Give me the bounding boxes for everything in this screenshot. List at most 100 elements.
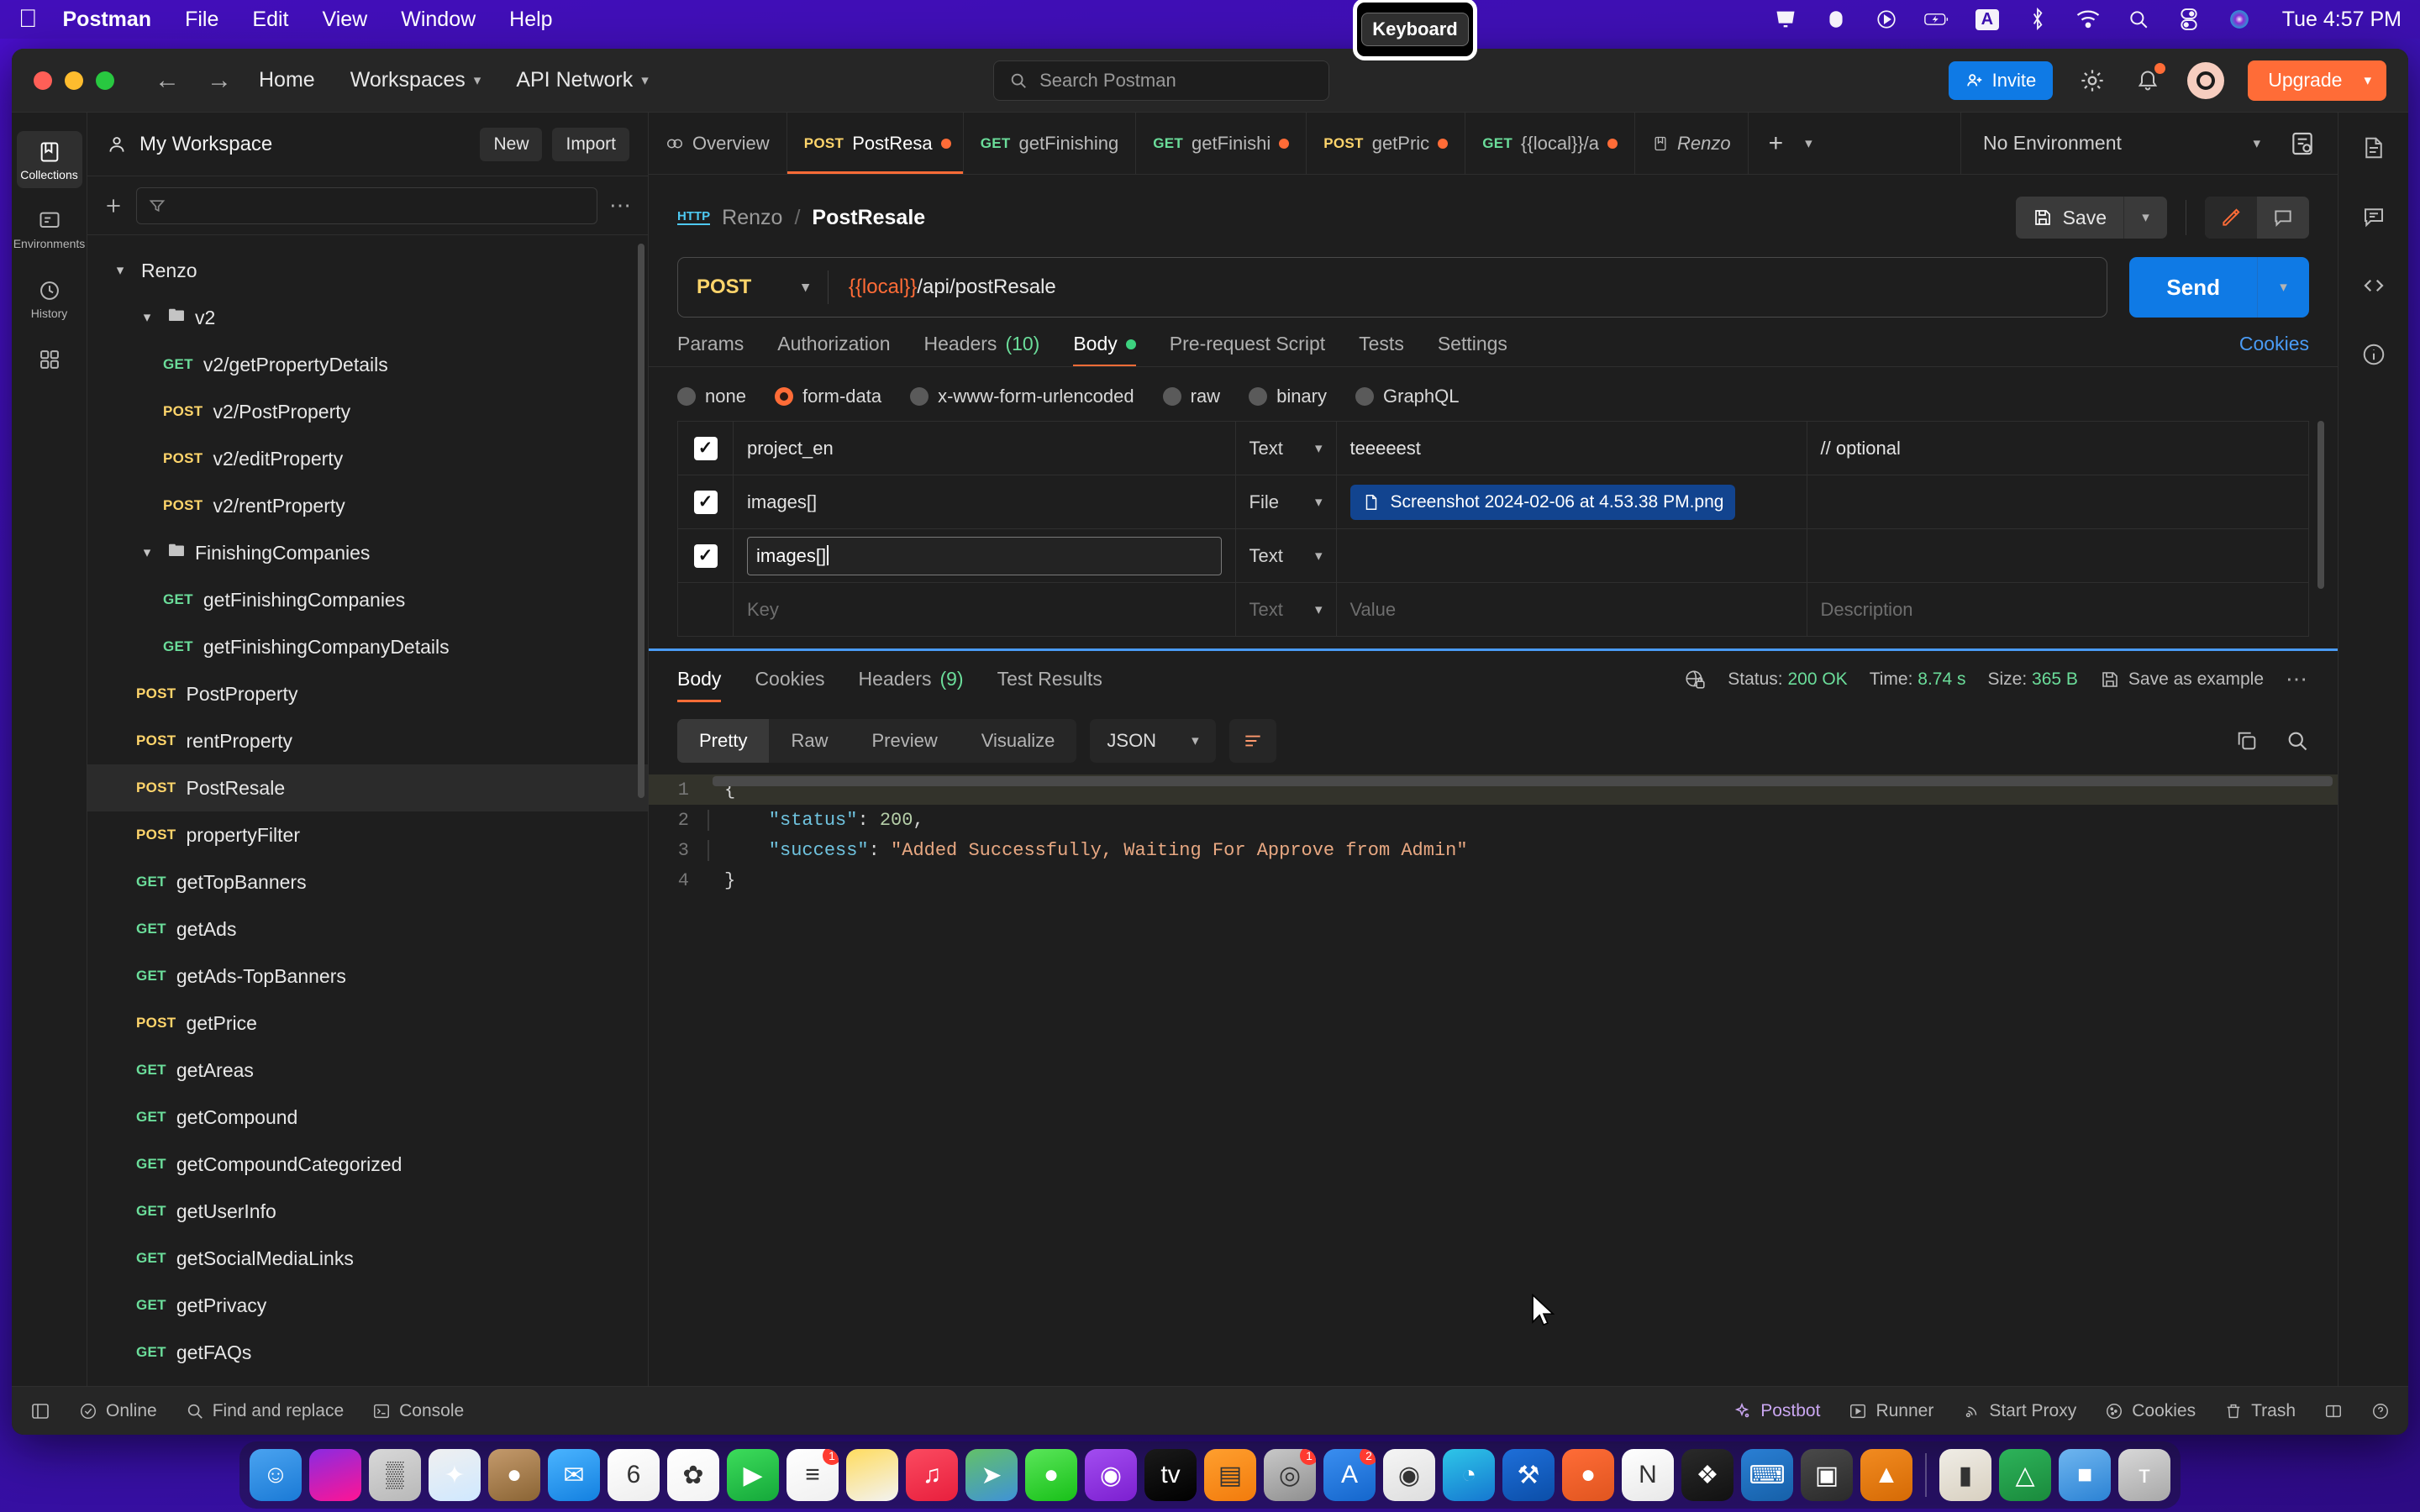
menu-bar-clock[interactable]: Tue 4:57 PM bbox=[2282, 8, 2402, 32]
dock-app-launchpad[interactable]: ▒ bbox=[369, 1449, 421, 1501]
start-proxy-button[interactable]: Start Proxy bbox=[1962, 1401, 2076, 1421]
type-cell[interactable]: Text ▾ bbox=[1234, 528, 1337, 583]
postbot-button[interactable]: Postbot bbox=[1732, 1401, 1820, 1421]
key-cell[interactable]: Key bbox=[733, 582, 1236, 637]
tree-request-item[interactable]: GET getTopBanners bbox=[87, 858, 648, 906]
send-options-button[interactable]: ▾ bbox=[2257, 257, 2309, 318]
upgrade-button[interactable]: Upgrade ▾ bbox=[2248, 60, 2386, 101]
maximize-window-button[interactable] bbox=[96, 71, 114, 90]
tree-request-item[interactable]: POST v2/editProperty bbox=[87, 435, 648, 482]
copy-icon[interactable] bbox=[2235, 729, 2259, 753]
form-key-input[interactable]: images[] bbox=[747, 536, 1222, 575]
runner-button[interactable]: Runner bbox=[1849, 1401, 1933, 1421]
tree-request-item[interactable]: POST v2/PostProperty bbox=[87, 388, 648, 435]
body-type-binary[interactable]: binary bbox=[1249, 386, 1327, 407]
workspace-name[interactable]: My Workspace bbox=[139, 133, 272, 156]
sidebar-toggle-button[interactable] bbox=[30, 1401, 50, 1421]
dock-app-figma[interactable]: ❖ bbox=[1681, 1449, 1733, 1501]
tree-request-item[interactable]: GET getFinishingCompanies bbox=[87, 576, 648, 623]
body-type-graphql[interactable]: GraphQL bbox=[1355, 386, 1460, 407]
trash-button[interactable]: Trash bbox=[2224, 1401, 2296, 1421]
request-subtab-body[interactable]: Body bbox=[1073, 333, 1137, 367]
find-and-replace-button[interactable]: Find and replace bbox=[186, 1401, 344, 1421]
row-checkbox[interactable]: ✓ bbox=[693, 436, 718, 460]
sidebar-scrollbar[interactable] bbox=[638, 244, 644, 798]
tab-actions[interactable]: + ▾ bbox=[1749, 113, 1833, 174]
menu-postman[interactable]: Postman bbox=[63, 8, 152, 32]
row-checkbox[interactable]: ✓ bbox=[693, 490, 718, 514]
key-cell[interactable]: images[] bbox=[733, 475, 1236, 529]
control-center-icon[interactable] bbox=[2176, 7, 2202, 32]
menu-edit[interactable]: Edit bbox=[252, 8, 288, 32]
online-status[interactable]: Online bbox=[79, 1401, 157, 1421]
dock-app-postman[interactable]: ● bbox=[1562, 1449, 1614, 1501]
tree-request-item[interactable]: POST v2/rentProperty bbox=[87, 482, 648, 529]
documentation-icon[interactable] bbox=[2359, 133, 2389, 163]
search-icon[interactable] bbox=[2286, 729, 2309, 753]
description-cell[interactable] bbox=[1806, 528, 2309, 583]
dock-app-screenshot[interactable]: ▣ bbox=[1801, 1449, 1853, 1501]
value-cell[interactable] bbox=[1335, 528, 1807, 583]
key-cell[interactable]: project_en bbox=[733, 421, 1236, 475]
dock-app-app-store-old[interactable]: ◎ 1 bbox=[1264, 1449, 1316, 1501]
value-cell[interactable]: Value bbox=[1335, 582, 1807, 637]
page-title[interactable]: PostResale bbox=[812, 206, 925, 230]
value-cell[interactable]: Screenshot 2024-02-06 at 4.53.38 PM.png bbox=[1335, 475, 1807, 529]
response-subtab-body[interactable]: Body bbox=[677, 668, 722, 702]
dock-app-music[interactable]: ♫ bbox=[906, 1449, 958, 1501]
console-button[interactable]: Console bbox=[372, 1401, 464, 1421]
close-window-button[interactable] bbox=[34, 71, 52, 90]
apple-logo-icon[interactable]:  bbox=[18, 7, 38, 32]
type-cell[interactable]: File ▾ bbox=[1234, 475, 1337, 529]
code-snippet-icon[interactable] bbox=[2359, 270, 2389, 301]
rail-item-collections[interactable]: Collections bbox=[16, 131, 82, 189]
dock-app-terminal[interactable]: ▮ bbox=[1939, 1449, 1991, 1501]
tree-request-item[interactable]: GET getUserInfo bbox=[87, 1188, 648, 1235]
response-view-preview[interactable]: Preview bbox=[850, 719, 959, 763]
dock-app-mail[interactable]: ✉ bbox=[548, 1449, 600, 1501]
comment-button[interactable] bbox=[2257, 197, 2309, 239]
invite-button[interactable]: Invite bbox=[1948, 60, 2054, 100]
dock-app-app-store[interactable]: A2 bbox=[1323, 1449, 1376, 1501]
response-view-visualize[interactable]: Visualize bbox=[960, 719, 1077, 763]
chevron-down-icon[interactable]: ▾ bbox=[1805, 135, 1812, 152]
dock-app-android-studio[interactable]: △ bbox=[1999, 1449, 2051, 1501]
response-more-icon[interactable]: ⋯ bbox=[2286, 666, 2309, 692]
tree-request-item[interactable]: POST PostResale bbox=[87, 764, 648, 811]
dock-app-notes[interactable] bbox=[846, 1449, 898, 1501]
dock-app-xcode[interactable]: ⚒ bbox=[1502, 1449, 1555, 1501]
request-tab[interactable]: POST PostResa bbox=[786, 113, 964, 174]
dock-app-reminders[interactable]: ≡ 1 bbox=[786, 1449, 839, 1501]
save-button-group[interactable]: Save ▾ bbox=[2015, 197, 2167, 239]
request-subtab-pre-request-script[interactable]: Pre-request Script bbox=[1170, 333, 1325, 367]
dropbox-icon[interactable] bbox=[1823, 7, 1849, 32]
request-subtab-tests[interactable]: Tests bbox=[1359, 333, 1404, 367]
chevron-down-icon[interactable]: ▾ bbox=[136, 544, 158, 561]
body-type-x-www-form-urlencoded[interactable]: x-www-form-urlencoded bbox=[910, 386, 1134, 407]
tree-request-item[interactable]: GET getFAQs bbox=[87, 1329, 648, 1376]
siri-icon[interactable] bbox=[2227, 7, 2252, 32]
type-cell[interactable]: Text ▾ bbox=[1234, 421, 1337, 475]
response-body-code[interactable]: 1{2 "status": 200, 3 "success": "Added Su… bbox=[649, 774, 2338, 1386]
dock-app-maps[interactable]: ➤ bbox=[965, 1449, 1018, 1501]
tree-request-item[interactable]: GET getAreas bbox=[87, 1047, 648, 1094]
url-input[interactable]: {{local}}/api/postResale bbox=[829, 276, 1056, 299]
request-tab[interactable]: GET getFinishing bbox=[964, 113, 1137, 174]
wrap-lines-button[interactable] bbox=[1228, 719, 1276, 763]
response-subtab-test-results[interactable]: Test Results bbox=[997, 668, 1102, 702]
help-button[interactable] bbox=[2371, 1402, 2390, 1420]
form-description[interactable]: // optional bbox=[1821, 438, 1901, 459]
menu-help[interactable]: Help bbox=[509, 8, 552, 32]
cookies-link[interactable]: Cookies bbox=[2239, 333, 2309, 367]
row-checkbox[interactable]: ✓ bbox=[693, 543, 718, 568]
tree-request-item[interactable]: GET getPrivacy bbox=[87, 1282, 648, 1329]
dock-app-calendar[interactable]: 6 bbox=[608, 1449, 660, 1501]
save-options-button[interactable]: ▾ bbox=[2123, 197, 2167, 239]
tree-request-item[interactable]: GET getCompoundCategorized bbox=[87, 1141, 648, 1188]
workspaces-menu[interactable]: Workspaces ▾ bbox=[350, 68, 481, 92]
import-button[interactable]: Import bbox=[552, 127, 629, 161]
request-subtab-authorization[interactable]: Authorization bbox=[777, 333, 890, 367]
dock-app-books[interactable]: ▤ bbox=[1204, 1449, 1256, 1501]
checkbox-cell[interactable] bbox=[677, 582, 734, 637]
info-icon[interactable] bbox=[2359, 339, 2389, 370]
